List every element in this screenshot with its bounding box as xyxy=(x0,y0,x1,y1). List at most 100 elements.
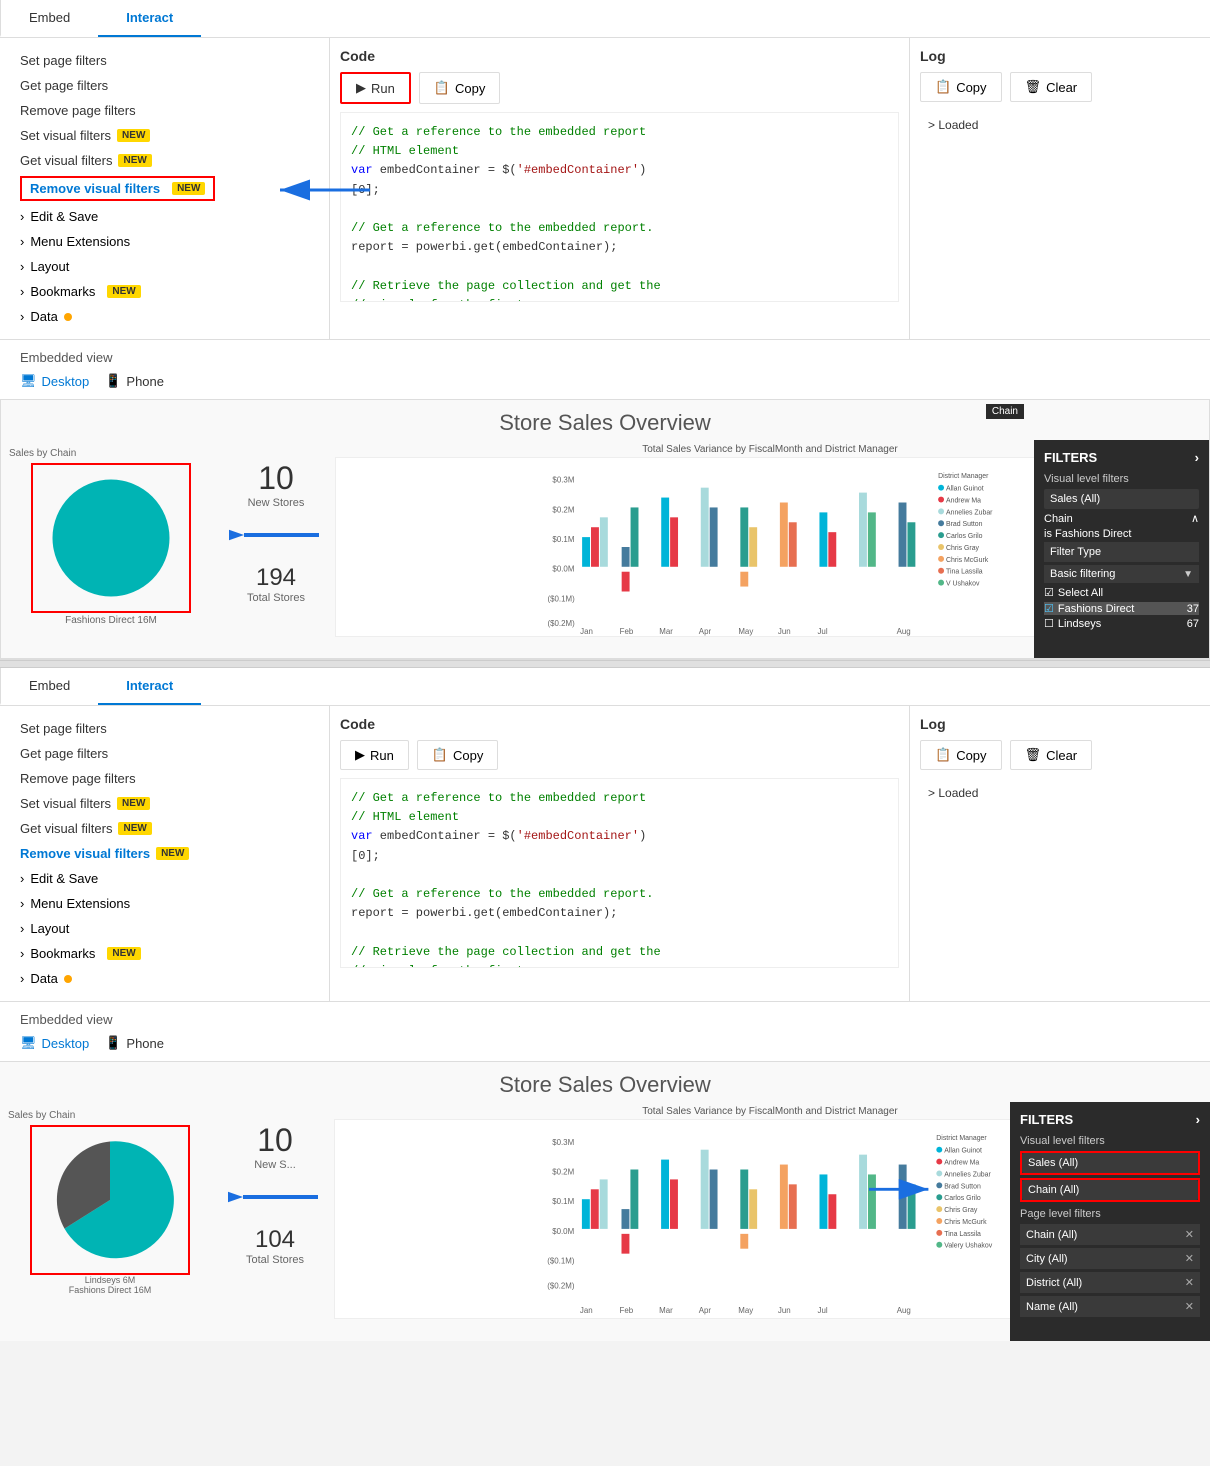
svg-text:Valery Ushakov: Valery Ushakov xyxy=(944,1243,992,1250)
sidebar-set-visual-filters-1[interactable]: Set visual filters NEW xyxy=(0,123,329,148)
svg-text:$0.1M: $0.1M xyxy=(552,1197,574,1206)
copy-code-button-2[interactable]: 📋 Copy xyxy=(417,740,499,770)
filter-lindseys-1[interactable]: ☐ Lindseys 67 xyxy=(1044,617,1199,630)
svg-text:$0.1M: $0.1M xyxy=(552,535,574,544)
report-inner-1: Sales by Chain Fashions Direct 16M 10 Ne… xyxy=(1,440,1209,659)
svg-text:Jul: Jul xyxy=(818,1306,828,1315)
log-content-2: > Loaded xyxy=(920,778,1200,808)
view-toggle-1: 🖥 Desktop 📱 Phone xyxy=(20,373,1190,389)
bottom-sidebar: Set page filters Get page filters Remove… xyxy=(0,706,330,1001)
tab-interact-top[interactable]: Interact xyxy=(98,0,201,37)
copy-log-button-2[interactable]: 📋 Copy xyxy=(920,740,1002,770)
code-content-2: // Get a reference to the embedded repor… xyxy=(340,778,899,968)
close-chain-2[interactable]: ✕ xyxy=(1185,1228,1194,1241)
desktop-icon-2: 🖥 xyxy=(20,1035,37,1051)
page-filter-district-2[interactable]: District (All) ✕ xyxy=(1020,1272,1200,1293)
svg-text:Allan Guinot: Allan Guinot xyxy=(944,1148,982,1155)
close-city-2[interactable]: ✕ xyxy=(1185,1252,1194,1265)
chevron-icon-8: › xyxy=(20,921,24,936)
sidebar-data-2[interactable]: › Data xyxy=(0,966,329,991)
sidebar-remove-visual-filters-2[interactable]: Remove visual filters NEW xyxy=(0,841,329,866)
filter-sales-1[interactable]: Sales (All) xyxy=(1044,489,1199,509)
svg-text:($0.1M): ($0.1M) xyxy=(548,594,576,603)
sidebar-set-visual-filters-2[interactable]: Set visual filters NEW xyxy=(0,791,329,816)
pie-label-1: Sales by Chain xyxy=(9,448,213,459)
chevron-icon-2: › xyxy=(20,234,24,249)
top-log-section: Log 📋 Copy 🗑 Clear > Loaded xyxy=(910,38,1210,339)
sidebar-data-1[interactable]: › Data xyxy=(0,304,329,329)
bottom-tabs-row: Embed Interact xyxy=(0,668,1210,706)
tab-embed-top[interactable]: Embed xyxy=(0,0,98,37)
clear-log-button-1[interactable]: 🗑 Clear xyxy=(1010,72,1093,102)
page-filter-name-2[interactable]: Name (All) ✕ xyxy=(1020,1296,1200,1317)
sidebar-set-page-filters-2[interactable]: Set page filters xyxy=(0,716,329,741)
run-button-1[interactable]: ▶ Run xyxy=(340,72,411,104)
sidebar-get-page-filters-1[interactable]: Get page filters xyxy=(0,73,329,98)
sidebar-edit-save-2[interactable]: › Edit & Save xyxy=(0,866,329,891)
sidebar-menu-ext-1[interactable]: › Menu Extensions xyxy=(0,229,329,254)
sidebar-get-page-filters-2[interactable]: Get page filters xyxy=(0,741,329,766)
fashions-checkbox-1: ☑ xyxy=(1044,602,1054,615)
close-name-2[interactable]: ✕ xyxy=(1185,1300,1194,1313)
select-all-row-1[interactable]: ☑ Select All xyxy=(1044,586,1199,599)
sidebar-remove-page-filters-2[interactable]: Remove page filters xyxy=(0,766,329,791)
pie-label-2: Sales by Chain xyxy=(8,1110,212,1121)
filter-fashions-direct-1[interactable]: ☑ Fashions Direct 37 xyxy=(1044,602,1199,615)
report-area-2: Store Sales Overview Sales by Chain Lind… xyxy=(0,1061,1210,1341)
badge-new-remove-visual-2: NEW xyxy=(156,847,189,860)
copy-icon-code-2: 📋 xyxy=(432,747,448,763)
svg-text:May: May xyxy=(738,627,753,636)
filter-chain-item-2[interactable]: Chain (All) xyxy=(1022,1180,1198,1200)
report-title-2: Store Sales Overview xyxy=(0,1072,1210,1098)
svg-text:$0.2M: $0.2M xyxy=(552,1167,574,1176)
filter-sales-item-2[interactable]: Sales (All) xyxy=(1022,1153,1198,1173)
close-district-2[interactable]: ✕ xyxy=(1185,1276,1194,1289)
svg-text:Jun: Jun xyxy=(778,1306,791,1315)
filters-chevron-2[interactable]: › xyxy=(1196,1112,1200,1127)
copy-code-button-1[interactable]: 📋 Copy xyxy=(419,72,501,104)
svg-text:Andrew Ma: Andrew Ma xyxy=(946,498,981,505)
select-all-checkbox-1: ☑ xyxy=(1044,586,1054,599)
copy-log-button-1[interactable]: 📋 Copy xyxy=(920,72,1002,102)
top-tabs-row: Embed Interact xyxy=(0,0,1210,38)
filters-title-2: FILTERS › xyxy=(1020,1112,1200,1127)
badge-new-set-visual-2: NEW xyxy=(117,797,150,810)
page-filter-chain-2[interactable]: Chain (All) ✕ xyxy=(1020,1224,1200,1245)
sidebar-remove-visual-filters-1[interactable]: Remove visual filters NEW xyxy=(20,176,215,201)
svg-text:District Manager: District Manager xyxy=(938,473,989,480)
desktop-btn-1[interactable]: 🖥 Desktop xyxy=(20,373,89,389)
tab-embed-bottom[interactable]: Embed xyxy=(0,668,98,705)
phone-btn-1[interactable]: 📱 Phone xyxy=(105,373,164,389)
page-filter-city-2[interactable]: City (All) ✕ xyxy=(1020,1248,1200,1269)
sidebar-menu-ext-2[interactable]: › Menu Extensions xyxy=(0,891,329,916)
sidebar-bookmarks-1[interactable]: › Bookmarks NEW xyxy=(0,279,329,304)
log-toolbar-1: 📋 Copy 🗑 Clear xyxy=(920,72,1200,102)
sidebar-layout-2[interactable]: › Layout xyxy=(0,916,329,941)
tab-interact-bottom[interactable]: Interact xyxy=(98,668,201,705)
run-button-2[interactable]: ▶ Run xyxy=(340,740,409,770)
left-arrow-svg-2 xyxy=(228,1177,328,1217)
chain-chevron-1[interactable]: ∧ xyxy=(1191,512,1199,525)
filters-chevron-1[interactable]: › xyxy=(1195,450,1199,465)
sidebar-set-page-filters-1[interactable]: Set page filters xyxy=(0,48,329,73)
sidebar-remove-page-filters-1[interactable]: Remove page filters xyxy=(0,98,329,123)
svg-text:Aug: Aug xyxy=(897,627,911,636)
copy-icon-log-1: 📋 xyxy=(935,79,951,95)
svg-text:Jan: Jan xyxy=(580,627,593,636)
svg-text:Tina Lassila: Tina Lassila xyxy=(946,569,983,576)
filters-panel-2: FILTERS › Visual level filters Sales (Al… xyxy=(1010,1102,1210,1341)
desktop-btn-2[interactable]: 🖥 Desktop xyxy=(20,1035,89,1051)
sidebar-get-visual-filters-2[interactable]: Get visual filters NEW xyxy=(0,816,329,841)
bottom-code-section: Code ▶ Run 📋 Copy // Get a reference to … xyxy=(330,706,910,1001)
code-toolbar-2: ▶ Run 📋 Copy xyxy=(340,740,899,770)
clear-log-button-2[interactable]: 🗑 Clear xyxy=(1010,740,1093,770)
sidebar-bookmarks-2[interactable]: › Bookmarks NEW xyxy=(0,941,329,966)
filter-type-value-1[interactable]: Basic filtering ▼ xyxy=(1044,565,1199,583)
metric-num-3: 10 xyxy=(228,1122,322,1159)
svg-text:Apr: Apr xyxy=(699,1306,712,1315)
report-area-1: Store Sales Overview Sales by Chain Fash… xyxy=(0,399,1210,659)
embedded-view-1: Embedded view 🖥 Desktop 📱 Phone xyxy=(0,339,1210,399)
svg-text:Aug: Aug xyxy=(897,1306,911,1315)
sidebar-layout-1[interactable]: › Layout xyxy=(0,254,329,279)
phone-btn-2[interactable]: 📱 Phone xyxy=(105,1035,164,1051)
